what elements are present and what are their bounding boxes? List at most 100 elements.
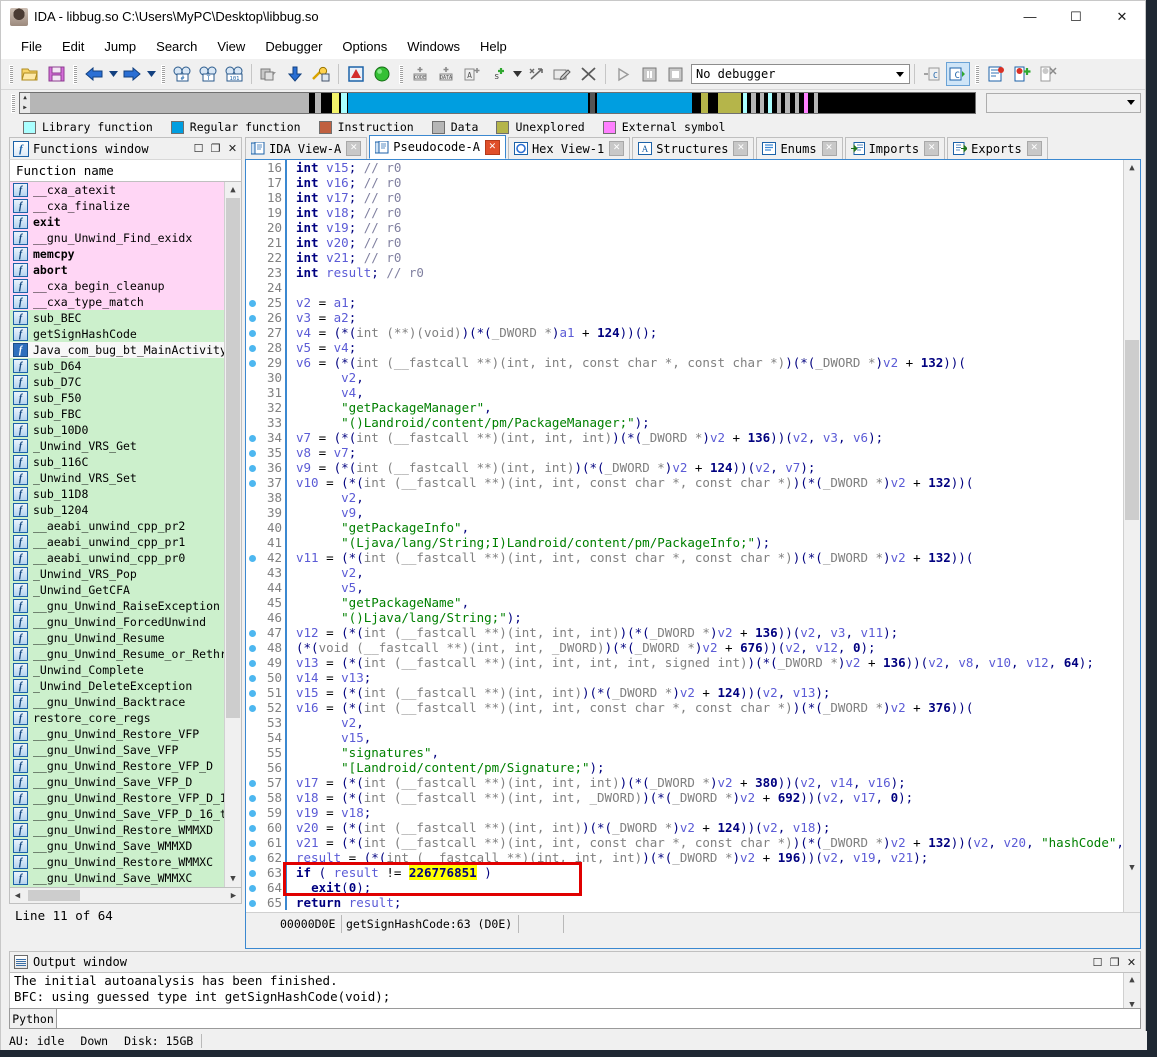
navband-jump-select[interactable] bbox=[986, 93, 1141, 113]
breakpoint-list-icon[interactable] bbox=[984, 62, 1008, 86]
function-list-item[interactable]: f sub_1204 bbox=[10, 502, 225, 518]
tab-pseudocode-a[interactable]: Pseudocode-A ✕ bbox=[369, 135, 506, 159]
toolbar-grip-4[interactable] bbox=[399, 64, 403, 84]
code-breakpoint-dot-icon[interactable] bbox=[246, 625, 258, 640]
code-line[interactable]: 57 v17 = (*(int (__fastcall **)(int, int,… bbox=[246, 775, 1123, 790]
toolbar-grip-2[interactable] bbox=[73, 64, 77, 84]
function-list-item[interactable]: f __gnu_Unwind_Restore_VFP_D bbox=[10, 758, 225, 774]
function-list-item[interactable]: f memcpy bbox=[10, 246, 225, 262]
function-list-item[interactable]: f __gnu_Unwind_Restore_WMMXC bbox=[10, 854, 225, 870]
functions-float-button[interactable]: ❐ bbox=[207, 142, 224, 155]
python-mode-button[interactable]: Python bbox=[9, 1008, 57, 1029]
pseudocode-horizontal-scrollbar[interactable] bbox=[246, 933, 1140, 948]
function-list-item[interactable]: f __cxa_begin_cleanup bbox=[10, 278, 225, 294]
copy-icon[interactable] bbox=[257, 62, 281, 86]
code-breakpoint-dot-icon[interactable] bbox=[246, 820, 258, 835]
function-list-item[interactable]: f __gnu_Unwind_ForcedUnwind bbox=[10, 614, 225, 630]
run-icon[interactable] bbox=[611, 62, 635, 86]
code-line[interactable]: 65 return result; bbox=[246, 895, 1123, 910]
code-line[interactable]: 19 int v18; // r0 bbox=[246, 205, 1123, 220]
search-code-icon[interactable]: 101 bbox=[222, 62, 246, 86]
scroll-down-icon[interactable]: ▼ bbox=[1124, 860, 1140, 876]
code-breakpoint-dot-icon[interactable] bbox=[246, 775, 258, 790]
code-breakpoint-dot-icon[interactable] bbox=[246, 835, 258, 850]
function-list-item[interactable]: f __gnu_Unwind_RaiseException bbox=[10, 598, 225, 614]
code-breakpoint-dot-icon[interactable] bbox=[246, 475, 258, 490]
function-list-item[interactable]: f __gnu_Unwind_Restore_VFP bbox=[10, 726, 225, 742]
code-line[interactable]: 26 v3 = a2; bbox=[246, 310, 1123, 325]
functions-list[interactable]: f __cxa_atexit f __cxa_finalize f exit f __gnu_… bbox=[10, 182, 225, 887]
warning-icon[interactable] bbox=[344, 62, 368, 86]
scroll-up-icon[interactable]: ▲ bbox=[225, 182, 241, 198]
output-close-button[interactable]: ✕ bbox=[1123, 956, 1140, 969]
function-list-item[interactable]: f __gnu_Unwind_Backtrace bbox=[10, 694, 225, 710]
make-code-icon[interactable]: CODE bbox=[408, 62, 432, 86]
code-breakpoint-dot-icon[interactable] bbox=[246, 460, 258, 475]
open-file-icon[interactable] bbox=[18, 62, 42, 86]
code-breakpoint-dot-icon[interactable] bbox=[246, 355, 258, 370]
tab-ida-view-a[interactable]: IDA View-A ✕ bbox=[245, 137, 368, 159]
function-list-item[interactable]: f __gnu_Unwind_Save_VFP_D_16_to_ bbox=[10, 806, 225, 822]
forward-dropdown-icon[interactable] bbox=[145, 62, 157, 86]
code-line[interactable]: 31 v4, bbox=[246, 385, 1123, 400]
menu-file[interactable]: File bbox=[11, 36, 52, 57]
function-list-item[interactable]: f _Unwind_Complete bbox=[10, 662, 225, 678]
step-over-icon[interactable]: C bbox=[946, 62, 970, 86]
code-line[interactable]: 16 int v15; // r0 bbox=[246, 160, 1123, 175]
code-breakpoint-dot-icon[interactable] bbox=[246, 340, 258, 355]
scroll-right-icon[interactable]: ▶ bbox=[226, 891, 241, 901]
add-breakpoint-icon[interactable] bbox=[1010, 62, 1034, 86]
code-breakpoint-dot-icon[interactable] bbox=[246, 685, 258, 700]
code-line[interactable]: 61 v21 = (*(int (__fastcall **)(int, int,… bbox=[246, 835, 1123, 850]
make-data-icon[interactable]: DATA bbox=[434, 62, 458, 86]
code-line[interactable]: 49 v13 = (*(int (__fastcall **)(int, int,… bbox=[246, 655, 1123, 670]
stop-icon[interactable] bbox=[663, 62, 687, 86]
green-circle-icon[interactable] bbox=[370, 62, 394, 86]
code-line[interactable]: 60 v20 = (*(int (__fastcall **)(int, int)… bbox=[246, 820, 1123, 835]
function-list-item[interactable]: f abort bbox=[10, 262, 225, 278]
tab-enums[interactable]: Enums ✕ bbox=[756, 137, 843, 159]
function-list-item[interactable]: f sub_D64 bbox=[10, 358, 225, 374]
function-list-item[interactable]: f exit bbox=[10, 214, 225, 230]
edit-func-icon[interactable] bbox=[550, 62, 574, 86]
function-list-item[interactable]: f _Unwind_VRS_Get bbox=[10, 438, 225, 454]
code-line[interactable]: 30 v2, bbox=[246, 370, 1123, 385]
jump-xref-icon[interactable] bbox=[524, 62, 548, 86]
navband-arrows[interactable]: ▲ ▶ bbox=[20, 93, 30, 113]
function-list-item[interactable]: f __gnu_Unwind_Restore_WMMXD bbox=[10, 822, 225, 838]
function-list-item[interactable]: f getSignHashCode bbox=[10, 326, 225, 342]
code-line[interactable]: 22 int v21; // r0 bbox=[246, 250, 1123, 265]
minimize-button[interactable]: — bbox=[1007, 1, 1053, 32]
function-list-item[interactable]: f __cxa_type_match bbox=[10, 294, 225, 310]
code-line[interactable]: 32 "getPackageManager", bbox=[246, 400, 1123, 415]
scroll-up-icon[interactable]: ▲ bbox=[1124, 160, 1140, 176]
code-line[interactable]: 18 int v17; // r0 bbox=[246, 190, 1123, 205]
scroll-down-icon[interactable]: ▼ bbox=[225, 871, 241, 887]
debugger-select[interactable]: No debugger bbox=[691, 64, 910, 84]
code-line[interactable]: 63 if ( result != 226776851 ) bbox=[246, 865, 1123, 880]
function-list-item[interactable]: f sub_10D0 bbox=[10, 422, 225, 438]
function-list-item[interactable]: f sub_F50 bbox=[10, 390, 225, 406]
delete-icon[interactable] bbox=[576, 62, 600, 86]
code-line[interactable]: 24 bbox=[246, 280, 1123, 295]
code-line[interactable]: 59 v19 = v18; bbox=[246, 805, 1123, 820]
scroll-thumb[interactable] bbox=[1125, 340, 1139, 520]
code-line[interactable]: 28 v5 = v4; bbox=[246, 340, 1123, 355]
code-breakpoint-dot-icon[interactable] bbox=[246, 850, 258, 865]
code-line[interactable]: 25 v2 = a1; bbox=[246, 295, 1123, 310]
code-line[interactable]: 38 v2, bbox=[246, 490, 1123, 505]
code-line[interactable]: 51 v15 = (*(int (__fastcall **)(int, int)… bbox=[246, 685, 1123, 700]
code-line[interactable]: 40 "getPackageInfo", bbox=[246, 520, 1123, 535]
function-list-item[interactable]: f sub_D7C bbox=[10, 374, 225, 390]
function-list-item[interactable]: f __gnu_Unwind_Find_exidx bbox=[10, 230, 225, 246]
pseudocode-vertical-scrollbar[interactable]: ▲ ▼ bbox=[1123, 160, 1140, 912]
code-line[interactable]: 23 int result; // r0 bbox=[246, 265, 1123, 280]
function-list-item[interactable]: f _Unwind_VRS_Set bbox=[10, 470, 225, 486]
code-line[interactable]: 48 (*(void (__fastcall **)(int, int, _DWO… bbox=[246, 640, 1123, 655]
search-hex-icon[interactable]: # bbox=[170, 62, 194, 86]
function-list-item[interactable]: f __gnu_Unwind_Resume_or_Rethrow bbox=[10, 646, 225, 662]
menu-debugger[interactable]: Debugger bbox=[255, 36, 332, 57]
tab-hex-view-1[interactable]: Hex View-1 ✕ bbox=[507, 137, 631, 159]
functions-vertical-scrollbar[interactable]: ▲ ▼ bbox=[224, 182, 241, 887]
pause-icon[interactable] bbox=[637, 62, 661, 86]
